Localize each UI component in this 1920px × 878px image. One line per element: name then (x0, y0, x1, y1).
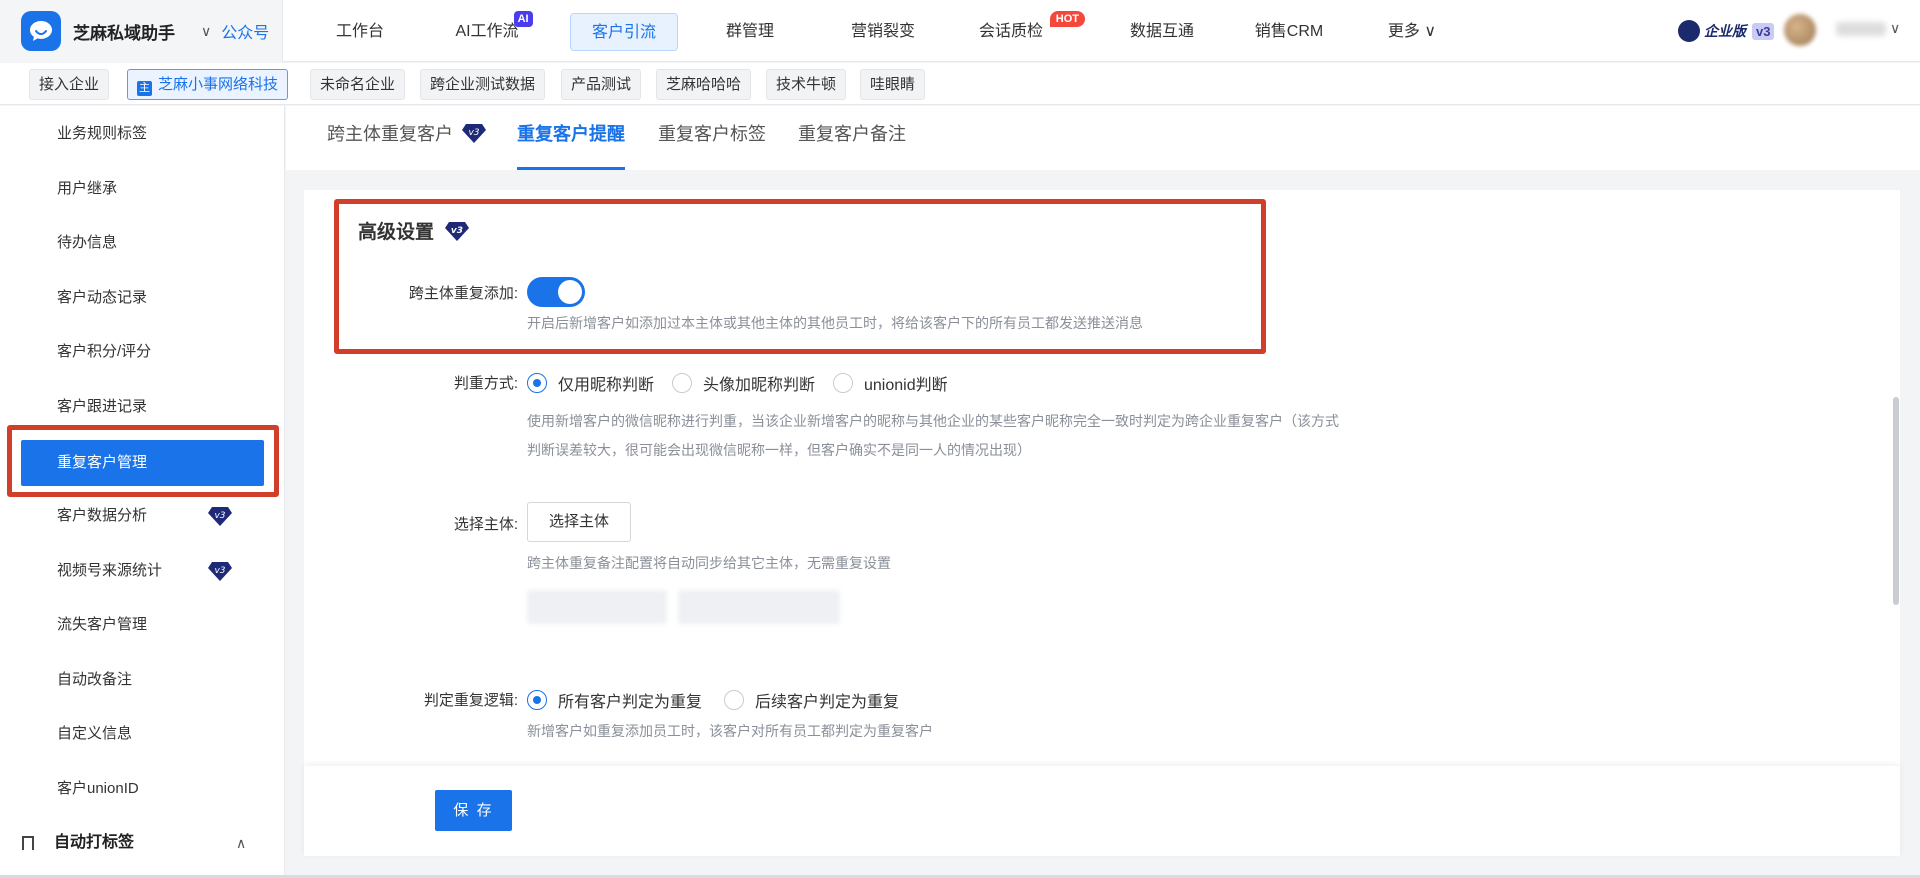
svg-text:v3: v3 (468, 128, 479, 138)
sidebar-item-customer-activity[interactable]: 客户动态记录 (0, 278, 284, 318)
app-name: 芝麻私域助手 (73, 23, 175, 43)
nav-session-qc[interactable]: 会话质检 HOT (966, 11, 1085, 51)
app-logo-icon (21, 11, 61, 51)
selected-subject-tag[interactable] (527, 590, 667, 624)
nav-customer-acquisition[interactable]: 客户引流 (570, 13, 678, 51)
sidebar-item-customer-score[interactable]: 客户积分/评分 (0, 332, 284, 372)
corp-tab-zhima-xiaoshi[interactable]: 主芝麻小事网络科技 (127, 69, 289, 100)
sub-tab-bar: 跨主体重复客户 v3 重复客户提醒 重复客户标签 重复客户备注 (286, 106, 1920, 170)
corp-tab-join[interactable]: 接入企业 (29, 69, 110, 100)
edition-logo-icon (1678, 20, 1700, 42)
radio-nickname-only[interactable]: 仅用昵称判断 (527, 371, 654, 395)
sidebar-item-user-inherit[interactable]: 用户继承 (0, 169, 284, 209)
nav-group-management[interactable]: 群管理 (710, 13, 790, 51)
radio-circle (527, 690, 547, 710)
user-name-blurred[interactable] (1836, 22, 1886, 36)
top-bar: 芝麻私域助手 ∨ 公众号 工作台 AI工作流 AI 客户引流 群管理 营销裂变 会… (0, 0, 1920, 62)
sidebar-item-unionid[interactable]: 客户unionID (0, 769, 284, 809)
corp-tab-tech-newton[interactable]: 技术牛顿 (766, 69, 847, 100)
sidebar-item-business-rule-tags[interactable]: 业务规则标签 (0, 114, 284, 154)
nav-sales-crm[interactable]: 销售CRM (1246, 13, 1332, 51)
radio-circle (527, 373, 547, 393)
vertical-scrollbar[interactable] (1893, 397, 1899, 605)
judge-method-hint-line1: 使用新增客户的微信昵称进行判重，当该企业新增客户的昵称与其他企业的某些客户昵称完… (527, 413, 1339, 429)
judge-method-label: 判重方式: (453, 375, 518, 392)
sidebar-item-auto-remark[interactable]: 自动改备注 (0, 660, 284, 700)
save-button[interactable]: 保 存 (435, 790, 512, 831)
judge-method-hint-line2: 判断误差较大，很可能会出现微信昵称一样，但客户确实不是同一人的情况出现） (527, 442, 1031, 458)
account-type-link[interactable]: 公众号 (221, 19, 269, 43)
v3-diamond-icon: v3 (462, 124, 487, 143)
sidebar-item-todo[interactable]: 待办信息 (0, 223, 284, 263)
judge-logic-hint: 新增客户如重复添加员工时，该客户对所有员工都判定为重复客户 (527, 723, 933, 739)
nav-data-sync[interactable]: 数据互通 (1118, 13, 1206, 51)
select-subject-hint: 跨主体重复备注配置将自动同步给其它主体，无需重复设置 (527, 555, 891, 571)
judge-logic-label: 判定重复逻辑: (423, 692, 518, 709)
footer-bar (304, 766, 1900, 856)
main-corp-icon: 主 (137, 81, 152, 96)
avatar[interactable] (1784, 14, 1816, 46)
corp-tab-product-test[interactable]: 产品测试 (561, 69, 642, 100)
sidebar-item-custom-info[interactable]: 自定义信息 (0, 714, 284, 754)
nav-marketing-fission[interactable]: 营销裂变 (838, 13, 928, 51)
corp-tab-zhima-hahaha[interactable]: 芝麻哈哈哈 (656, 69, 752, 100)
sidebar-item-customer-analytics[interactable]: 客户数据分析 v3 (0, 496, 284, 536)
v3-diamond-icon: v3 (208, 562, 232, 581)
brand-area: 芝麻私域助手 ∨ 公众号 (0, 0, 283, 62)
corp-tab-unnamed[interactable]: 未命名企业 (310, 69, 406, 100)
sidebar-item-followup[interactable]: 客户跟进记录 (0, 387, 284, 427)
sidebar-item-channel-stats[interactable]: 视频号来源统计 v3 (0, 551, 284, 591)
chevron-up-icon: ∧ (236, 835, 247, 851)
select-subject-label: 选择主体: (453, 516, 518, 533)
tab-duplicate-reminder[interactable]: 重复客户提醒 (517, 120, 625, 170)
nav-ai-workflow[interactable]: AI工作流 AI (440, 11, 534, 51)
radio-circle (672, 373, 692, 393)
advanced-settings-highlight-box (334, 199, 1266, 354)
tab-duplicate-remarks[interactable]: 重复客户备注 (798, 120, 906, 170)
radio-circle (724, 690, 744, 710)
corp-tab-cross-test[interactable]: 跨企业测试数据 (420, 69, 546, 100)
user-menu-chevron-icon[interactable]: ∨ (1890, 20, 1900, 37)
edition-badge: 企业版 v3 (1678, 19, 1775, 43)
selected-subject-tag[interactable] (678, 590, 840, 624)
ai-badge: AI (513, 11, 533, 27)
radio-subsequent-duplicate[interactable]: 后续客户判定为重复 (724, 688, 899, 712)
corp-tab-wa-eyes[interactable]: 哇眼睛 (860, 69, 926, 100)
v3-diamond-icon: v3 (208, 507, 232, 526)
company-tab-bar: 接入企业 主芝麻小事网络科技 未命名企业 跨企业测试数据 产品测试 芝麻哈哈哈 … (0, 63, 1920, 105)
radio-unionid[interactable]: unionid判断 (833, 371, 948, 395)
sidebar-group-auto-tagging[interactable]: 自动打标签 ∧ (0, 823, 284, 863)
tab-duplicate-tags[interactable]: 重复客户标签 (658, 120, 766, 170)
svg-text:v3: v3 (214, 566, 225, 576)
hot-badge: HOT (1049, 11, 1085, 27)
sidebar-highlight-box (7, 425, 279, 497)
nav-workbench[interactable]: 工作台 (320, 13, 400, 51)
tab-cross-subject-duplicates[interactable]: 跨主体重复客户 v3 (327, 120, 487, 170)
select-subject-button[interactable]: 选择主体 (527, 502, 631, 542)
more-chevron-icon: ∨ (1424, 23, 1437, 40)
radio-avatar-nickname[interactable]: 头像加昵称判断 (672, 371, 815, 395)
sidebar-item-churned-customers[interactable]: 流失客户管理 (0, 605, 284, 645)
bookmark-icon (22, 836, 34, 850)
svg-text:v3: v3 (214, 511, 225, 521)
nav-more[interactable]: 更多 ∨ (1384, 13, 1440, 51)
radio-all-duplicate[interactable]: 所有客户判定为重复 (527, 688, 702, 712)
account-switch-chevron-icon[interactable]: ∨ (201, 23, 211, 40)
radio-circle (833, 373, 853, 393)
